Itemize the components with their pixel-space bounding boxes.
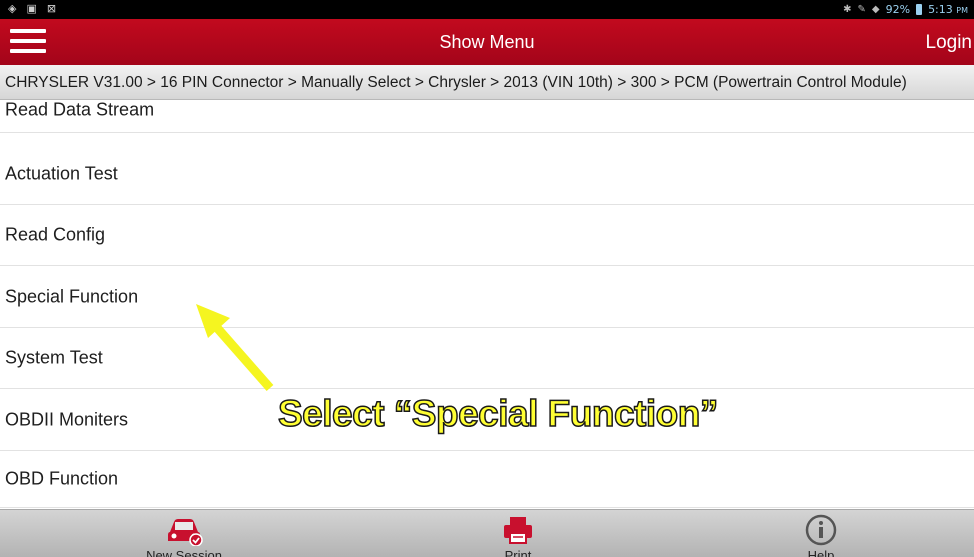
status-bar: ◈ ▣ ⊠ ✱ ✎ ◆ 92% 5:13 PM xyxy=(0,0,974,19)
menu-item-read-config[interactable]: Read Config xyxy=(0,205,974,266)
info-icon xyxy=(805,514,837,546)
menu-item-actuation-test[interactable]: Actuation Test xyxy=(0,144,974,205)
menu-item-label: Read Config xyxy=(5,224,106,245)
printer-icon xyxy=(504,517,532,544)
help-button[interactable]: Help xyxy=(771,514,871,557)
menu-item-read-data-stream[interactable]: Read Data Stream xyxy=(0,87,974,133)
annotation-arrow-icon xyxy=(196,304,274,391)
menu-item-system-test[interactable]: System Test xyxy=(0,328,974,389)
menu-item-special-function[interactable]: Special Function xyxy=(0,267,974,328)
status-notifications: ◈ ▣ ⊠ xyxy=(8,2,56,15)
annotation-caption: Select “Special Function” xyxy=(277,392,719,435)
new-session-button[interactable]: New Session xyxy=(134,514,234,557)
login-button[interactable]: Login xyxy=(926,32,973,54)
notification-icon: ⊠ xyxy=(46,2,57,15)
menu-item-label: Read Data Stream xyxy=(5,99,155,119)
menu-item-label: System Test xyxy=(5,347,103,368)
battery-percent: 92% xyxy=(885,3,911,16)
wifi-icon: ◆ xyxy=(871,4,880,15)
bottom-nav: New Session Print Help xyxy=(0,509,974,557)
menu-item-label: Actuation Test xyxy=(5,163,118,184)
page-title: Show Menu xyxy=(439,32,535,52)
app-header: Show Menu Login xyxy=(0,19,974,65)
mute-icon: ✎ xyxy=(857,4,866,15)
print-button[interactable]: Print xyxy=(468,514,568,557)
clock: 5:13 PM xyxy=(928,3,968,16)
car-check-icon xyxy=(168,519,203,546)
menu-item-label: Special Function xyxy=(5,286,139,307)
notification-icon: ◈ xyxy=(8,2,17,15)
status-indicators: ✱ ✎ ◆ 92% 5:13 PM xyxy=(843,3,968,16)
menu-item-label: OBD Function xyxy=(5,468,119,489)
menu-item-label: OBDII Moniters xyxy=(5,409,129,430)
menu-item-obd-function[interactable]: OBD Function xyxy=(0,451,974,508)
bluetooth-icon: ✱ xyxy=(843,4,852,15)
battery-icon xyxy=(916,4,923,15)
screenshot-icon: ▣ xyxy=(26,2,37,15)
